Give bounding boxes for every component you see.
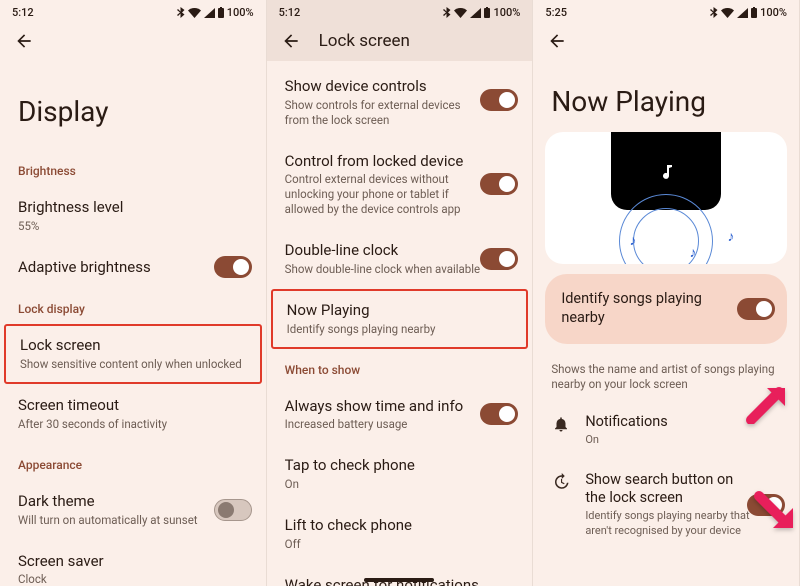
toolbar: Lock screen (267, 21, 533, 61)
wake-for-notifications-row[interactable]: Wake screen for notifications When scree… (267, 564, 533, 586)
row-title: Tap to check phone (285, 456, 515, 475)
control-from-locked-row[interactable]: Control from locked device Control exter… (267, 140, 533, 230)
row-subtitle: Identify songs playing nearby that aren'… (585, 509, 755, 538)
section-brightness: Brightness (0, 150, 266, 186)
always-show-row[interactable]: Always show time and info Increased batt… (267, 385, 533, 445)
page-title: Display (0, 61, 266, 150)
page-title: Lock screen (319, 31, 410, 51)
display-settings-screen: 5:12 100% Display Brightness Brightness … (0, 0, 267, 586)
row-title: Lock screen (20, 336, 246, 355)
dark-theme-row[interactable]: Dark theme Will turn on automatically at… (0, 480, 266, 540)
row-subtitle: Show controls for external devices from … (285, 98, 465, 128)
back-icon[interactable] (547, 31, 567, 51)
bluetooth-icon (710, 7, 718, 18)
status-time: 5:25 (545, 6, 567, 19)
row-title: Screen saver (18, 552, 248, 571)
status-bar: 5:12 100% (0, 0, 266, 21)
music-note-icon: ♪ (629, 232, 636, 249)
now-playing-row[interactable]: Now Playing Identify songs playing nearb… (271, 289, 529, 349)
row-title: Identify songs playing nearby (561, 290, 711, 328)
page-title: Now Playing (533, 61, 799, 132)
row-subtitle: Control external devices without unlocki… (285, 172, 475, 217)
tap-to-check-row[interactable]: Tap to check phone On (267, 444, 533, 504)
signal-icon (204, 8, 215, 18)
lift-to-check-row[interactable]: Lift to check phone Off (267, 504, 533, 564)
status-bar: 5:25 100% (533, 0, 799, 21)
row-subtitle: Off (285, 537, 515, 552)
status-bar: 5:12 100% (267, 0, 533, 21)
always-show-toggle[interactable] (480, 403, 518, 425)
wifi-icon (454, 8, 467, 18)
bluetooth-icon (443, 7, 451, 18)
music-note-icon (658, 163, 674, 179)
battery-percent: 100% (760, 6, 787, 19)
row-subtitle: Show sensitive content only when unlocke… (20, 357, 246, 372)
music-note-icon: ♪ (689, 244, 696, 261)
row-subtitle: After 30 seconds of inactivity (18, 417, 248, 432)
lock-screen-row[interactable]: Lock screen Show sensitive content only … (4, 324, 262, 384)
row-subtitle: Clock (18, 572, 248, 586)
show-device-controls-row[interactable]: Show device controls Show controls for e… (267, 61, 533, 140)
row-title: Show search button on the lock screen (585, 471, 755, 507)
row-subtitle: On (585, 433, 755, 447)
adaptive-brightness-row[interactable]: Adaptive brightness (0, 246, 266, 289)
annotation-arrow-2 (751, 490, 795, 538)
row-subtitle: Will turn on automatically at sunset (18, 513, 248, 528)
battery-icon (751, 7, 757, 18)
adaptive-brightness-toggle[interactable] (214, 256, 252, 278)
section-appearance: Appearance (0, 444, 266, 480)
status-icons: 100% (443, 6, 520, 19)
now-playing-illustration: ♪ ♪ ♪ (545, 132, 787, 264)
status-icons: 100% (177, 6, 254, 19)
battery-icon (218, 7, 224, 18)
row-title: Screen timeout (18, 396, 248, 415)
row-subtitle: On (285, 477, 515, 492)
identify-songs-row[interactable]: Identify songs playing nearby (545, 274, 787, 344)
signal-icon (470, 8, 481, 18)
back-icon[interactable] (281, 31, 301, 51)
dark-theme-toggle[interactable] (214, 499, 252, 521)
wifi-icon (721, 8, 734, 18)
signal-icon (737, 8, 748, 18)
brightness-level-row[interactable]: Brightness level 55% (0, 186, 266, 246)
toolbar (0, 21, 266, 61)
double-line-clock-toggle[interactable] (480, 248, 518, 270)
row-subtitle: Show double-line clock when available (285, 262, 515, 277)
lock-screen-settings-screen: 5:12 100% Lock screen Show device contro… (267, 0, 534, 586)
control-from-locked-toggle[interactable] (480, 173, 518, 195)
row-title: Now Playing (287, 301, 513, 320)
screen-saver-row[interactable]: Screen saver Clock (0, 540, 266, 586)
section-lock-display: Lock display (0, 288, 266, 324)
wifi-icon (188, 8, 201, 18)
row-subtitle: Increased battery usage (285, 417, 515, 432)
row-title: Show device controls (285, 77, 515, 96)
status-icons: 100% (710, 6, 787, 19)
now-playing-settings-screen: 5:25 100% Now Playing ♪ ♪ ♪ Identify son… (533, 0, 800, 586)
section-when-to-show: When to show (267, 349, 533, 385)
row-subtitle: 55% (18, 219, 248, 234)
double-line-clock-row[interactable]: Double-line clock Show double-line clock… (267, 229, 533, 289)
bluetooth-icon (177, 7, 185, 18)
row-title: Control from locked device (285, 152, 515, 171)
status-time: 5:12 (279, 6, 301, 19)
row-title: Brightness level (18, 198, 248, 217)
battery-percent: 100% (227, 6, 254, 19)
status-time: 5:12 (12, 6, 34, 19)
battery-icon (484, 7, 490, 18)
screen-timeout-row[interactable]: Screen timeout After 30 seconds of inact… (0, 384, 266, 444)
nav-pill[interactable] (364, 578, 434, 582)
back-icon[interactable] (14, 31, 34, 51)
history-search-icon (552, 473, 570, 491)
identify-songs-toggle[interactable] (737, 298, 775, 320)
device-controls-toggle[interactable] (480, 89, 518, 111)
row-subtitle: Identify songs playing nearby (287, 322, 513, 337)
battery-percent: 100% (493, 6, 520, 19)
bell-icon (552, 415, 570, 433)
row-title: Lift to check phone (285, 516, 515, 535)
toolbar (533, 21, 799, 61)
annotation-arrow-1 (745, 380, 789, 428)
music-note-icon: ♪ (727, 228, 734, 245)
